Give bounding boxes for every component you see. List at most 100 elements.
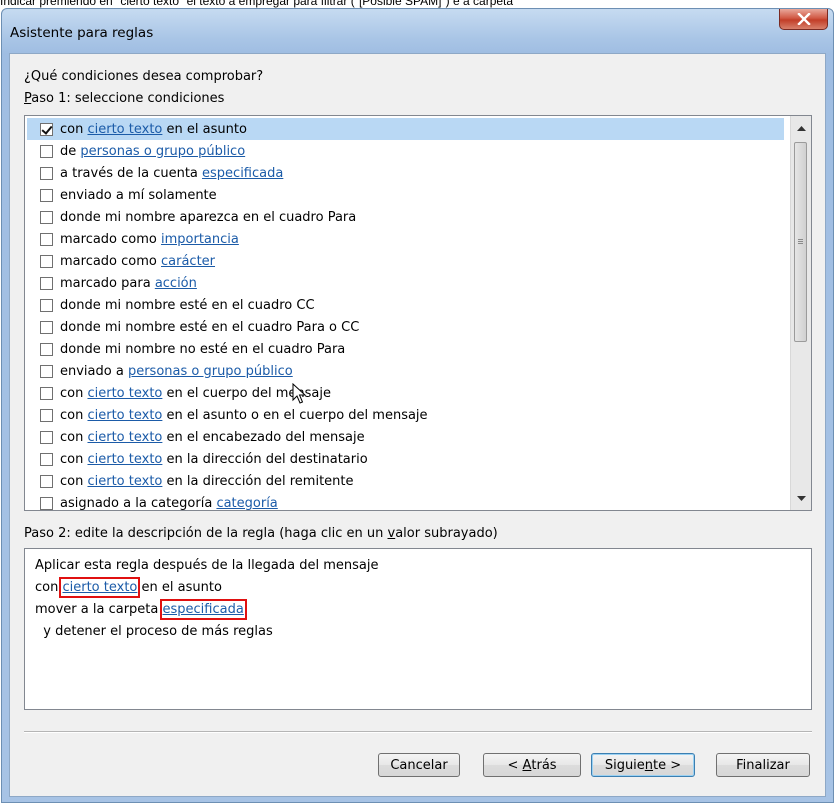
thumb-grip xyxy=(798,239,803,240)
close-button[interactable] xyxy=(779,9,828,30)
condition-item[interactable]: donde mi nombre esté en el cuadro Para o… xyxy=(27,316,784,338)
condition-text: con xyxy=(60,121,88,137)
condition-link[interactable]: cierto texto xyxy=(87,408,162,423)
mouse-cursor-icon xyxy=(292,383,306,404)
condition-link[interactable]: acción xyxy=(155,276,197,291)
rule-description-box: Aplicar esta regla después de la llegada… xyxy=(24,548,812,710)
checkbox[interactable] xyxy=(40,342,53,356)
condition-link[interactable]: especificada xyxy=(202,166,283,181)
finish-button[interactable]: Finalizar xyxy=(716,753,810,777)
condition-text: en la dirección del remitente xyxy=(162,473,354,489)
condition-text: donde mi nombre no esté en el cuadro Par… xyxy=(60,341,346,357)
condition-text: con xyxy=(60,451,88,467)
condition-link[interactable]: cierto texto xyxy=(87,386,162,401)
condition-text: en el encabezado del mensaje xyxy=(162,429,365,445)
condition-text: donde mi nombre aparezca en el cuadro Pa… xyxy=(60,209,357,225)
condition-text: en el asunto o en el cuerpo del mensaje xyxy=(162,407,428,423)
condition-item[interactable]: donde mi nombre aparezca en el cuadro Pa… xyxy=(27,206,784,228)
condition-link[interactable]: cierto texto xyxy=(87,122,162,137)
description-line: con cierto texto en el asunto xyxy=(35,577,222,598)
condition-text: con xyxy=(60,429,88,445)
condition-text: en el asunto xyxy=(162,121,247,137)
condition-text: en la dirección del destinatario xyxy=(162,451,368,467)
condition-text: con xyxy=(60,407,88,423)
conditions-question: ¿Qué condiciones desea comprobar? xyxy=(24,69,264,84)
condition-link[interactable]: cierto texto xyxy=(87,474,162,489)
scroll-down-arrow[interactable] xyxy=(791,488,811,508)
checkbox[interactable] xyxy=(40,320,53,334)
condition-item[interactable]: con cierto texto en el cuerpo del mensaj… xyxy=(27,382,784,404)
condition-text: donde mi nombre esté en el cuadro Para o… xyxy=(60,319,360,335)
checkbox[interactable] xyxy=(40,210,53,224)
condition-item[interactable]: donde mi nombre esté en el cuadro CC xyxy=(27,294,784,316)
checkbox[interactable] xyxy=(40,276,53,290)
scroll-thumb[interactable] xyxy=(794,142,807,342)
specific-text-link[interactable]: cierto texto xyxy=(59,577,141,598)
condition-item[interactable]: de personas o grupo público xyxy=(27,140,784,162)
condition-item[interactable]: marcado como carácter xyxy=(27,250,784,272)
condition-link[interactable]: personas o grupo público xyxy=(128,364,293,379)
condition-item[interactable]: con cierto texto en la dirección del rem… xyxy=(27,470,784,492)
condition-text: marcado como xyxy=(60,231,161,247)
condition-item[interactable]: marcado para acción xyxy=(27,272,784,294)
condition-item[interactable]: marcado como importancia xyxy=(27,228,784,250)
checkbox[interactable] xyxy=(40,452,53,466)
scroll-up-icon xyxy=(796,125,806,131)
checkbox[interactable] xyxy=(40,408,53,422)
next-button[interactable]: Siguie n te > xyxy=(591,753,695,777)
condition-link[interactable]: importancia xyxy=(161,232,239,247)
checkbox[interactable] xyxy=(40,144,53,158)
condition-item[interactable]: asignado a la categoría categoría xyxy=(27,492,784,511)
step2-label: Paso 2: edite la descripción de la regla… xyxy=(24,526,498,541)
step1-label: Paso 1: seleccione condiciones xyxy=(24,91,225,106)
condition-text: marcado para xyxy=(60,275,155,291)
condition-text: enviado a xyxy=(60,363,128,379)
condition-link[interactable]: cierto texto xyxy=(87,430,162,445)
condition-text: marcado como xyxy=(60,253,161,269)
condition-link[interactable]: cierto texto xyxy=(87,452,162,467)
condition-item[interactable]: a través de la cuenta especificada xyxy=(27,162,784,184)
condition-link[interactable]: personas o grupo público xyxy=(80,144,245,159)
condition-text: enviado a mí solamente xyxy=(60,187,217,203)
conditions-list[interactable]: con cierto texto en el asunto de personas… xyxy=(24,115,812,511)
checkbox[interactable] xyxy=(40,430,53,444)
condition-text: a través de la cuenta xyxy=(60,165,203,181)
back-button[interactable]: < Atrás xyxy=(483,753,581,777)
condition-text: asignado a la categoría xyxy=(60,495,217,511)
checkbox-checked[interactable] xyxy=(40,122,53,136)
condition-text: donde mi nombre esté en el cuadro CC xyxy=(60,297,315,313)
description-line: Aplicar esta regla después de la llegada… xyxy=(35,558,379,573)
conditions-scrollbar[interactable] xyxy=(790,116,811,510)
condition-text: con xyxy=(60,385,88,401)
description-line: y detener el proceso de más reglas xyxy=(35,624,273,639)
cancel-button[interactable]: Cancelar xyxy=(378,753,460,777)
scroll-up-arrow[interactable] xyxy=(791,118,811,138)
checkbox[interactable] xyxy=(40,496,53,510)
condition-link[interactable]: carácter xyxy=(161,254,215,269)
close-icon xyxy=(796,13,811,25)
title-bar[interactable]: Asistente para reglas xyxy=(2,9,833,53)
condition-item[interactable]: con cierto texto en el encabezado del me… xyxy=(27,426,784,448)
condition-text: con xyxy=(60,473,88,489)
checkbox[interactable] xyxy=(40,364,53,378)
caption-text: Indicar premiendo en "cierto texto" el t… xyxy=(0,0,514,8)
checkbox[interactable] xyxy=(40,474,53,488)
checkbox[interactable] xyxy=(40,188,53,202)
condition-link[interactable]: categoría xyxy=(216,496,277,511)
window-title: Asistente para reglas xyxy=(10,25,154,41)
checkbox[interactable] xyxy=(40,298,53,312)
thumb-grip xyxy=(798,241,803,242)
scroll-down-icon xyxy=(796,495,806,501)
checkbox[interactable] xyxy=(40,166,53,180)
checkbox[interactable] xyxy=(40,254,53,268)
thumb-grip xyxy=(798,243,803,244)
condition-item[interactable]: enviado a mí solamente xyxy=(27,184,784,206)
checkbox[interactable] xyxy=(40,232,53,246)
condition-item[interactable]: donde mi nombre no esté en el cuadro Par… xyxy=(27,338,784,360)
condition-item[interactable]: con cierto texto en la dirección del des… xyxy=(27,448,784,470)
condition-item[interactable]: con cierto texto en el asunto o en el cu… xyxy=(27,404,784,426)
condition-item[interactable]: enviado a personas o grupo público xyxy=(27,360,784,382)
checkbox[interactable] xyxy=(40,386,53,400)
specified-folder-link[interactable]: especificada xyxy=(159,599,247,620)
condition-item[interactable]: con cierto texto en el asunto xyxy=(27,118,784,140)
